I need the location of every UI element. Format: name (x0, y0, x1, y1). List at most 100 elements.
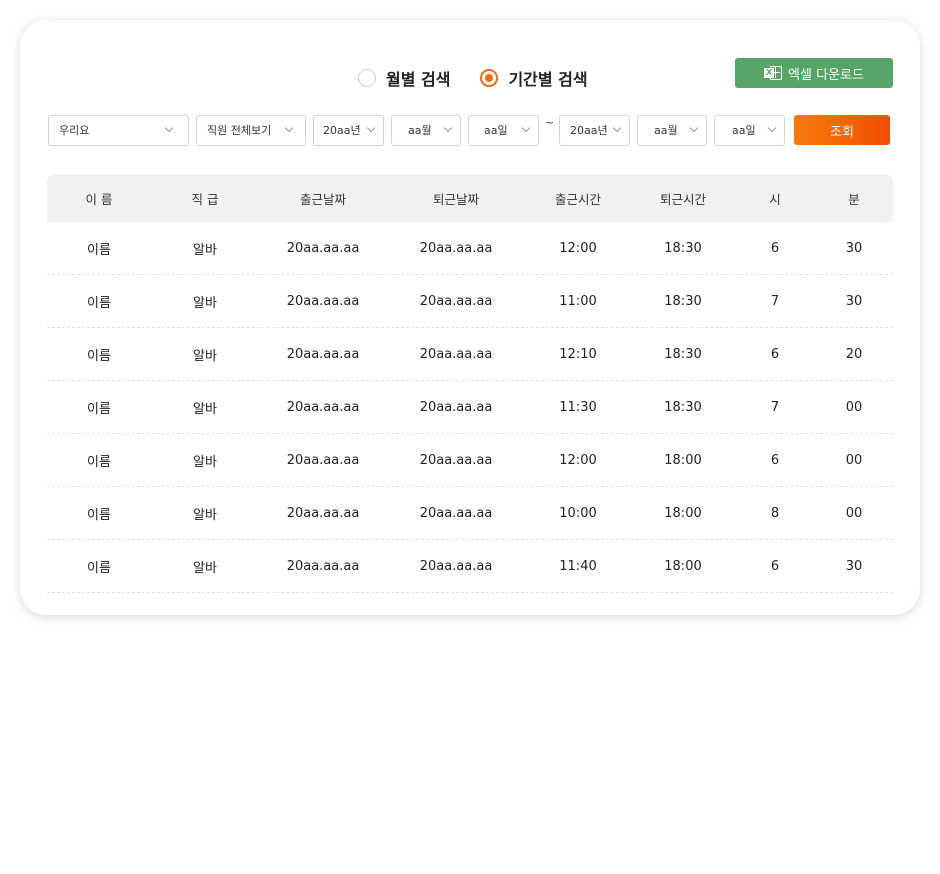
table-row[interactable]: 이름 알바 20aa.aa.aa 20aa.aa.aa 12:00 18:00 6 00 (47, 434, 893, 487)
end-year-select[interactable]: 20aa년 (559, 115, 630, 146)
cell-checkin-time: 12:00 (559, 452, 597, 468)
cell-checkin-time: 11:00 (559, 293, 597, 309)
store-select[interactable]: 우리요 (48, 115, 189, 146)
cell-rank: 알바 (193, 401, 217, 417)
search-button[interactable]: 조회 (794, 115, 890, 145)
cell-checkin-time: 11:30 (559, 399, 597, 415)
attendance-card: 월별 검색 기간별 검색 X 엑셀 다운로드 우리요 직원 전체보기 20aa년… (20, 20, 920, 615)
start-year-value: 20aa년 (323, 124, 361, 137)
cell-checkout-time: 18:30 (664, 399, 702, 415)
cell-checkout-date: 20aa.aa.aa (419, 558, 493, 574)
chevron-down-icon (521, 123, 531, 133)
cell-checkout-date: 20aa.aa.aa (419, 293, 493, 309)
table-row[interactable]: 이름 알바 20aa.aa.aa 20aa.aa.aa 11:40 18:00 6 30 (47, 540, 893, 593)
cell-checkin-date: 20aa.aa.aa (286, 505, 360, 521)
cell-checkout-date: 20aa.aa.aa (419, 505, 493, 521)
excel-download-button[interactable]: X 엑셀 다운로드 (735, 58, 893, 88)
table-row[interactable]: 이름 알바 20aa.aa.aa 20aa.aa.aa 11:00 18:30 7 30 (47, 275, 893, 328)
attendance-table: 이 름 직 급 출근날짜 퇴근날짜 출근시간 퇴근시간 시 분 이름 알바 20aa… (47, 174, 893, 593)
start-day-select[interactable]: aa일 (468, 115, 539, 146)
cell-checkout-time: 18:00 (664, 558, 702, 574)
cell-name: 이름 (87, 507, 111, 523)
start-day-value: aa일 (484, 124, 508, 137)
store-select-value: 우리요 (59, 124, 90, 137)
chevron-down-icon (767, 123, 777, 133)
cell-minutes: 30 (845, 293, 863, 309)
table-header: 이 름 직 급 출근날짜 퇴근날짜 출근시간 퇴근시간 시 분 (47, 174, 893, 222)
cell-minutes: 30 (845, 240, 863, 256)
table-row[interactable]: 이름 알바 20aa.aa.aa 20aa.aa.aa 10:00 18:00 8 00 (47, 487, 893, 540)
cell-hours: 6 (770, 452, 780, 468)
end-year-value: 20aa년 (570, 124, 608, 137)
cell-hours: 6 (770, 240, 780, 256)
cell-checkout-date: 20aa.aa.aa (419, 346, 493, 362)
cell-checkout-time: 18:30 (664, 240, 702, 256)
cell-checkin-date: 20aa.aa.aa (286, 452, 360, 468)
cell-name: 이름 (87, 454, 111, 470)
cell-minutes: 20 (845, 346, 863, 362)
cell-checkin-time: 10:00 (559, 505, 597, 521)
cell-rank: 알바 (193, 560, 217, 576)
start-month-select[interactable]: aa월 (391, 115, 461, 146)
cell-checkin-time: 12:00 (559, 240, 597, 256)
chevron-down-icon (284, 123, 294, 133)
cell-checkin-date: 20aa.aa.aa (286, 293, 360, 309)
cell-rank: 알바 (193, 295, 217, 311)
header-checkin-time: 출근시간 (554, 191, 601, 207)
cell-checkout-date: 20aa.aa.aa (419, 240, 493, 256)
chevron-down-icon (164, 123, 174, 133)
header-checkout-time: 퇴근시간 (659, 191, 706, 207)
cell-name: 이름 (87, 242, 111, 258)
cell-hours: 6 (770, 346, 780, 362)
cell-hours: 8 (770, 505, 780, 521)
header-name: 이 름 (85, 191, 113, 207)
cell-minutes: 00 (845, 505, 863, 521)
cell-rank: 알바 (193, 454, 217, 470)
table-row[interactable]: 이름 알바 20aa.aa.aa 20aa.aa.aa 12:10 18:30 6 20 (47, 328, 893, 381)
start-month-value: aa월 (408, 124, 432, 137)
cell-name: 이름 (87, 401, 111, 417)
radio-circle (358, 69, 376, 87)
end-month-value: aa월 (654, 124, 678, 137)
cell-rank: 알바 (193, 242, 217, 258)
cell-checkout-time: 18:30 (664, 293, 702, 309)
cell-checkout-time: 18:00 (664, 452, 702, 468)
radio-monthly-search[interactable]: 월별 검색 (358, 66, 450, 90)
end-day-select[interactable]: aa일 (714, 115, 785, 146)
cell-checkin-date: 20aa.aa.aa (286, 346, 360, 362)
cell-minutes: 00 (845, 452, 863, 468)
radio-period-search[interactable]: 기간별 검색 (480, 66, 588, 90)
table-row[interactable]: 이름 알바 20aa.aa.aa 20aa.aa.aa 12:00 18:30 6 30 (47, 222, 893, 275)
cell-checkout-time: 18:00 (664, 505, 702, 521)
excel-icon: X (764, 65, 783, 81)
end-month-select[interactable]: aa월 (637, 115, 707, 146)
cell-name: 이름 (87, 295, 111, 311)
cell-hours: 7 (770, 399, 780, 415)
start-year-select[interactable]: 20aa년 (313, 115, 384, 146)
excel-download-label: 엑셀 다운로드 (788, 67, 864, 83)
table-row[interactable]: 이름 알바 20aa.aa.aa 20aa.aa.aa 11:30 18:30 7 00 (47, 381, 893, 434)
cell-checkin-date: 20aa.aa.aa (286, 240, 360, 256)
employee-select[interactable]: 직원 전체보기 (196, 115, 306, 146)
chevron-down-icon (612, 123, 622, 133)
employee-select-value: 직원 전체보기 (207, 124, 272, 137)
radio-circle-checked (480, 69, 499, 87)
cell-name: 이름 (87, 348, 111, 364)
radio-monthly-label: 월별 검색 (386, 70, 451, 89)
header-checkout-date: 퇴근날짜 (432, 191, 479, 207)
end-day-value: aa일 (732, 124, 756, 137)
table-body: 이름 알바 20aa.aa.aa 20aa.aa.aa 12:00 18:30 6 30 이름 알… (47, 222, 893, 593)
search-mode-group: 월별 검색 기간별 검색 (358, 66, 618, 90)
cell-checkin-date: 20aa.aa.aa (286, 558, 360, 574)
cell-minutes: 00 (845, 399, 863, 415)
range-separator: ~ (545, 116, 555, 129)
cell-name: 이름 (87, 560, 111, 576)
cell-checkin-date: 20aa.aa.aa (286, 399, 360, 415)
cell-checkin-time: 11:40 (559, 558, 597, 574)
cell-minutes: 30 (845, 558, 863, 574)
cell-checkout-date: 20aa.aa.aa (419, 399, 493, 415)
header-rank: 직 급 (191, 191, 219, 207)
cell-hours: 6 (770, 558, 780, 574)
cell-rank: 알바 (193, 507, 217, 523)
chevron-down-icon (689, 123, 699, 133)
